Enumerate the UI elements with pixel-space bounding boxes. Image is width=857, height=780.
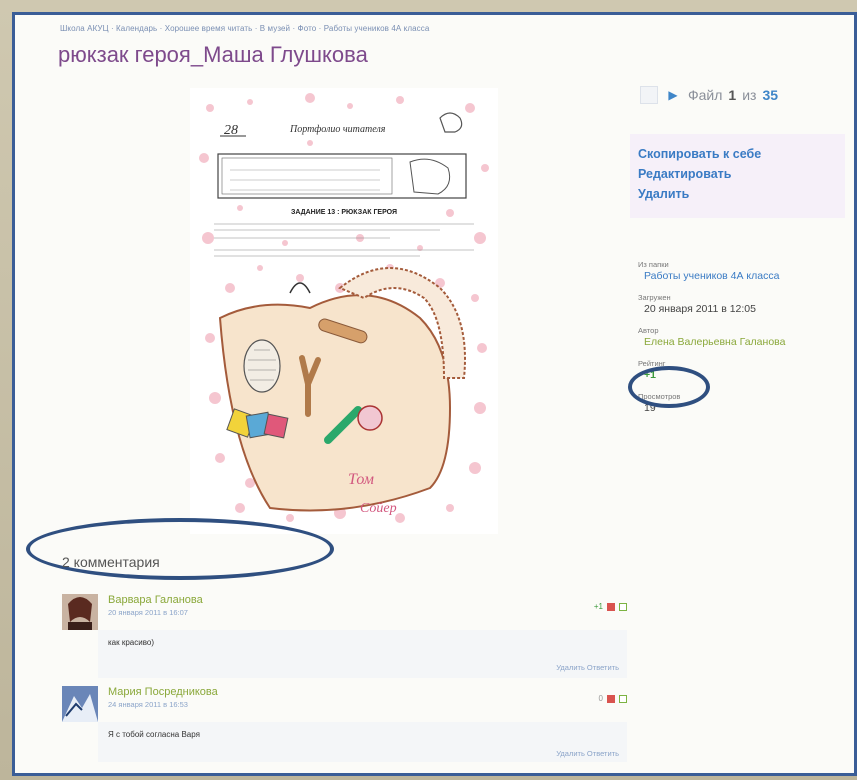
vote-up-icon[interactable] (619, 602, 627, 611)
file-separator: из (742, 87, 757, 103)
current-file-number: 1 (728, 87, 737, 103)
comment-date[interactable]: 20 января 2011 в 16:07 (108, 608, 188, 617)
next-file-icon[interactable]: ▶ (664, 86, 682, 104)
actions-panel: Скопировать к себе Редактировать Удалить (630, 134, 845, 218)
signature-line2: Сойер (360, 501, 397, 516)
drawing-header: Портфолио читателя (289, 124, 386, 135)
comment-author[interactable]: Мария Посредникова (108, 686, 218, 698)
edit-link[interactable]: Редактировать (638, 164, 837, 184)
comment-item: Варвара Галанова 20 января 2011 в 16:07 … (62, 594, 627, 680)
rating-highlight-ellipse (628, 366, 710, 408)
comment-body: как красиво) Удалить Ответить (98, 630, 627, 678)
prev-file-button[interactable] (640, 86, 658, 104)
avatar[interactable] (62, 686, 98, 722)
comment-text: как красиво) (108, 638, 154, 647)
breadcrumb[interactable]: Школа АКУЦ · Календарь · Хорошее время ч… (60, 24, 429, 33)
file-label: Файл (688, 87, 723, 103)
author-link[interactable]: Елена Валерьевна Галанова (644, 335, 785, 349)
vote-down-icon[interactable] (607, 602, 615, 611)
folder-label: Из папки (638, 260, 669, 269)
folder-link[interactable]: Работы учеников 4А класса (644, 269, 785, 283)
vote-up-icon[interactable] (619, 694, 627, 703)
signature-line1: Том (348, 471, 374, 488)
copy-to-self-link[interactable]: Скопировать к себе (638, 144, 837, 164)
file-navigator: ▶ Файл 1 из 35 (640, 86, 778, 104)
comment-text: Я с тобой согласна Варя (108, 730, 200, 739)
comment-actions[interactable]: Удалить Ответить (556, 663, 619, 672)
comments-title: 2 комментария (62, 554, 160, 570)
comment-score: +1 (593, 602, 603, 611)
uploaded-value: 20 января 2011 в 12:05 (644, 303, 756, 315)
comment-item: Мария Посредникова 24 января 2011 в 16:5… (62, 686, 627, 766)
comment-body: Я с тобой согласна Варя Удалить Ответить (98, 722, 627, 762)
comment-vote: 0 (599, 694, 627, 703)
comment-actions[interactable]: Удалить Ответить (556, 749, 619, 758)
comment-author[interactable]: Варвара Галанова (108, 594, 203, 606)
page-title: рюкзак героя_Маша Глушкова (58, 42, 368, 67)
total-files-link[interactable]: 35 (762, 87, 778, 103)
avatar[interactable] (62, 594, 98, 630)
uploaded-label: Загружен (638, 293, 671, 302)
comment-score: 0 (598, 694, 603, 703)
photo-image: 28 Портфолио читателя ЗАДАНИЕ 13 : РЮКЗА… (190, 88, 498, 534)
vote-down-icon[interactable] (607, 694, 615, 703)
comment-date[interactable]: 24 января 2011 в 16:53 (108, 700, 188, 709)
comment-vote: +1 (594, 602, 627, 611)
delete-link[interactable]: Удалить (638, 184, 837, 204)
comments-highlight-ellipse (26, 518, 334, 580)
drawing-task: ЗАДАНИЕ 13 : РЮКЗАК ГЕРОЯ (291, 209, 397, 216)
author-label: Автор (638, 326, 659, 335)
